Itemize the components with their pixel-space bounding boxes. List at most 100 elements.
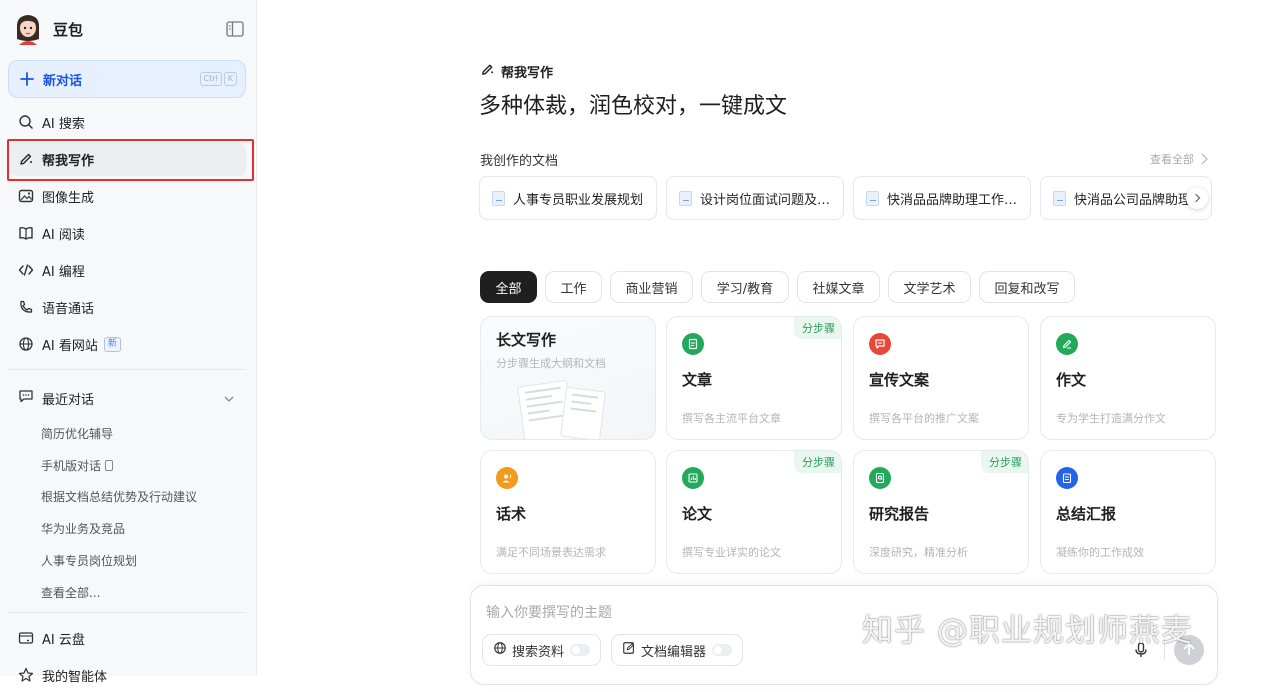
card-promo-copy[interactable]: 宣传文案 撰写各平台的推广文案 xyxy=(853,316,1029,440)
recent-item[interactable]: 手机版对话 xyxy=(41,455,114,475)
toggle-switch[interactable] xyxy=(570,644,591,656)
section-label-text: 帮我写作 xyxy=(501,66,554,81)
view-all-docs-link[interactable]: 查看全部 xyxy=(1150,151,1208,167)
document-icon xyxy=(492,190,505,206)
card-title: 话术 xyxy=(496,505,527,523)
sidebar-toggle-icon[interactable] xyxy=(226,21,244,37)
tab-marketing[interactable]: 商业营销 xyxy=(610,271,693,303)
doc-editor-toggle[interactable]: 文档编辑器 xyxy=(611,634,744,666)
card-summary-report[interactable]: 总结汇报 凝练你的工作成效 xyxy=(1040,450,1216,574)
new-chat-button[interactable]: 新对话 Ctrl K xyxy=(8,60,246,98)
recent-title: 最近对话 xyxy=(42,392,95,408)
tab-literature[interactable]: 文学艺术 xyxy=(888,271,971,303)
card-speech[interactable]: 话术 满足不同场景表达需求 xyxy=(480,450,656,574)
card-paper[interactable]: 分步骤 论文 撰写专业详实的论文 xyxy=(666,450,842,574)
shortcut-key: Ctrl xyxy=(199,72,222,86)
card-desc: 满足不同场景表达需求 xyxy=(496,546,606,559)
chevron-down-icon[interactable] xyxy=(222,391,236,405)
card-essay[interactable]: 作文 专为学生打造满分作文 xyxy=(1040,316,1216,440)
card-title: 研究报告 xyxy=(869,505,930,523)
person-talk-icon xyxy=(496,467,518,489)
nav-ai-code[interactable]: AI 编程 xyxy=(8,253,246,287)
image-icon xyxy=(18,188,34,204)
doc-card[interactable]: 设计岗位面试问题及… xyxy=(666,176,844,220)
tool-label: 文档编辑器 xyxy=(641,644,707,660)
brand[interactable]: 豆包 xyxy=(14,12,83,46)
recent-item[interactable]: 简历优化辅导 xyxy=(41,423,113,443)
sidebar: 豆包 新对话 Ctrl K AI 搜索 帮我写作 图像生成 AI 阅读 AI 编… xyxy=(0,0,257,685)
recent-item-label: 华为业务及竞品 xyxy=(41,521,126,536)
recent-chats-header[interactable]: 最近对话 xyxy=(8,382,246,414)
brand-name: 豆包 xyxy=(53,20,84,39)
nav-my-agents[interactable]: 我的智能体 xyxy=(8,658,246,692)
card-research-report[interactable]: 分步骤 研究报告 深度研究，精准分析 xyxy=(853,450,1029,574)
agent-icon xyxy=(18,667,34,683)
tool-label: 搜索资料 xyxy=(512,644,565,660)
nav-ai-read[interactable]: AI 阅读 xyxy=(8,216,246,250)
view-all-label: 查看全部 xyxy=(1150,153,1194,166)
ai-search-icon xyxy=(18,114,34,130)
nav-voice-call[interactable]: 语音通话 xyxy=(8,290,246,324)
report-icon xyxy=(869,467,891,489)
doc-card[interactable]: 快消品品牌助理工作… xyxy=(853,176,1031,220)
my-docs-title: 我创作的文档 xyxy=(480,154,559,169)
doc-card-title: 快消品公司品牌助理 xyxy=(1074,192,1192,208)
tab-all[interactable]: 全部 xyxy=(480,271,537,303)
new-chat-label: 新对话 xyxy=(43,73,83,89)
nav-label: 图像生成 xyxy=(42,190,95,206)
step-badge: 分步骤 xyxy=(794,451,841,473)
topic-input[interactable]: 输入你要撰写的主题 xyxy=(486,602,612,622)
globe-icon xyxy=(493,641,507,659)
tab-education[interactable]: 学习/教育 xyxy=(701,271,789,303)
nav-writing[interactable]: 帮我写作 xyxy=(8,142,246,176)
new-badge: 新 xyxy=(103,336,121,352)
view-all-chats-link[interactable]: 查看全部... xyxy=(41,582,100,602)
card-desc: 凝练你的工作成效 xyxy=(1056,546,1144,559)
nav-label: AI 云盘 xyxy=(42,632,85,648)
recent-item[interactable]: 根据文档总结优势及行动建议 xyxy=(41,486,197,506)
megaphone-icon xyxy=(869,333,891,355)
divider xyxy=(8,369,246,370)
card-article[interactable]: 分步骤 文章 撰写各主流平台文章 xyxy=(666,316,842,440)
nav-label: AI 编程 xyxy=(42,264,85,280)
scroll-right-button[interactable] xyxy=(1186,187,1208,209)
shortcut-hint: Ctrl K xyxy=(199,72,237,86)
recent-item[interactable]: 人事专员岗位规划 xyxy=(41,550,137,570)
nav-label: AI 阅读 xyxy=(42,227,85,243)
nav-label: 帮我写作 xyxy=(42,153,95,169)
card-title: 作文 xyxy=(1056,371,1087,389)
globe-icon xyxy=(18,336,34,352)
card-title: 总结汇报 xyxy=(1056,505,1117,523)
nav-ai-web[interactable]: AI 看网站 新 xyxy=(8,327,246,361)
card-title: 长文写作 xyxy=(496,331,557,349)
edit-doc-icon xyxy=(622,641,636,659)
tab-reply-rewrite[interactable]: 回复和改写 xyxy=(979,271,1075,303)
main-content: 帮我写作 多种体裁，润色校对，一键成文 我创作的文档 查看全部 人事专员职业发展… xyxy=(257,0,1280,685)
toggle-switch[interactable] xyxy=(712,644,733,656)
doc-card-title: 人事专员职业发展规划 xyxy=(513,192,644,208)
recent-item[interactable]: 华为业务及竞品 xyxy=(41,518,125,538)
nav-ai-search[interactable]: AI 搜索 xyxy=(8,105,246,139)
card-title: 宣传文案 xyxy=(869,371,930,389)
nav-image-gen[interactable]: 图像生成 xyxy=(8,179,246,213)
article-icon xyxy=(682,333,704,355)
doc-card[interactable]: 人事专员职业发展规划 xyxy=(479,176,657,220)
plus-icon xyxy=(19,71,35,87)
search-sources-toggle[interactable]: 搜索资料 xyxy=(482,634,602,666)
card-title: 论文 xyxy=(682,505,713,523)
chart-bars-icon xyxy=(682,467,704,489)
card-title: 文章 xyxy=(682,371,713,389)
recent-item-label: 查看全部... xyxy=(41,585,101,600)
tab-social-media[interactable]: 社媒文章 xyxy=(797,271,880,303)
phone-icon xyxy=(18,299,34,315)
nav-cloud-drive[interactable]: AI 云盘 xyxy=(8,621,246,655)
tab-work[interactable]: 工作 xyxy=(545,271,602,303)
book-icon xyxy=(18,225,34,241)
card-long-writing[interactable]: 长文写作 分步骤生成大纲和文档 xyxy=(480,316,656,440)
card-desc: 深度研究，精准分析 xyxy=(869,546,968,559)
nav-label: 我的智能体 xyxy=(42,669,108,685)
divider xyxy=(8,612,246,613)
step-badge: 分步骤 xyxy=(794,317,841,339)
document-icon xyxy=(679,190,692,206)
pen-icon xyxy=(18,151,34,167)
